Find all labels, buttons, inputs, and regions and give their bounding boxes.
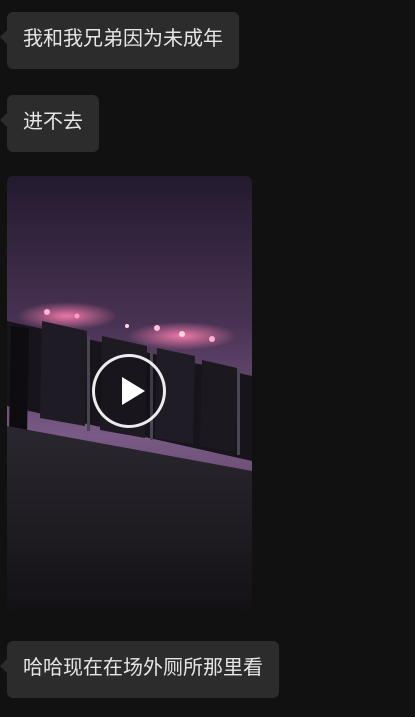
message-text: 我和我兄弟因为未成年 bbox=[23, 26, 223, 50]
play-icon bbox=[122, 377, 145, 405]
chat-view: 我和我兄弟因为未成年 进不去 哈哈现在在场外厕所那里看 bbox=[0, 0, 415, 717]
message-bubble[interactable]: 哈哈现在在场外厕所那里看 bbox=[0, 641, 279, 698]
video-message[interactable] bbox=[7, 176, 252, 609]
message-text: 进不去 bbox=[23, 109, 83, 133]
message-bubble[interactable]: 进不去 bbox=[0, 95, 99, 152]
play-button[interactable] bbox=[92, 354, 166, 428]
message-text: 哈哈现在在场外厕所那里看 bbox=[23, 655, 263, 679]
message-bubble[interactable]: 我和我兄弟因为未成年 bbox=[0, 12, 239, 69]
